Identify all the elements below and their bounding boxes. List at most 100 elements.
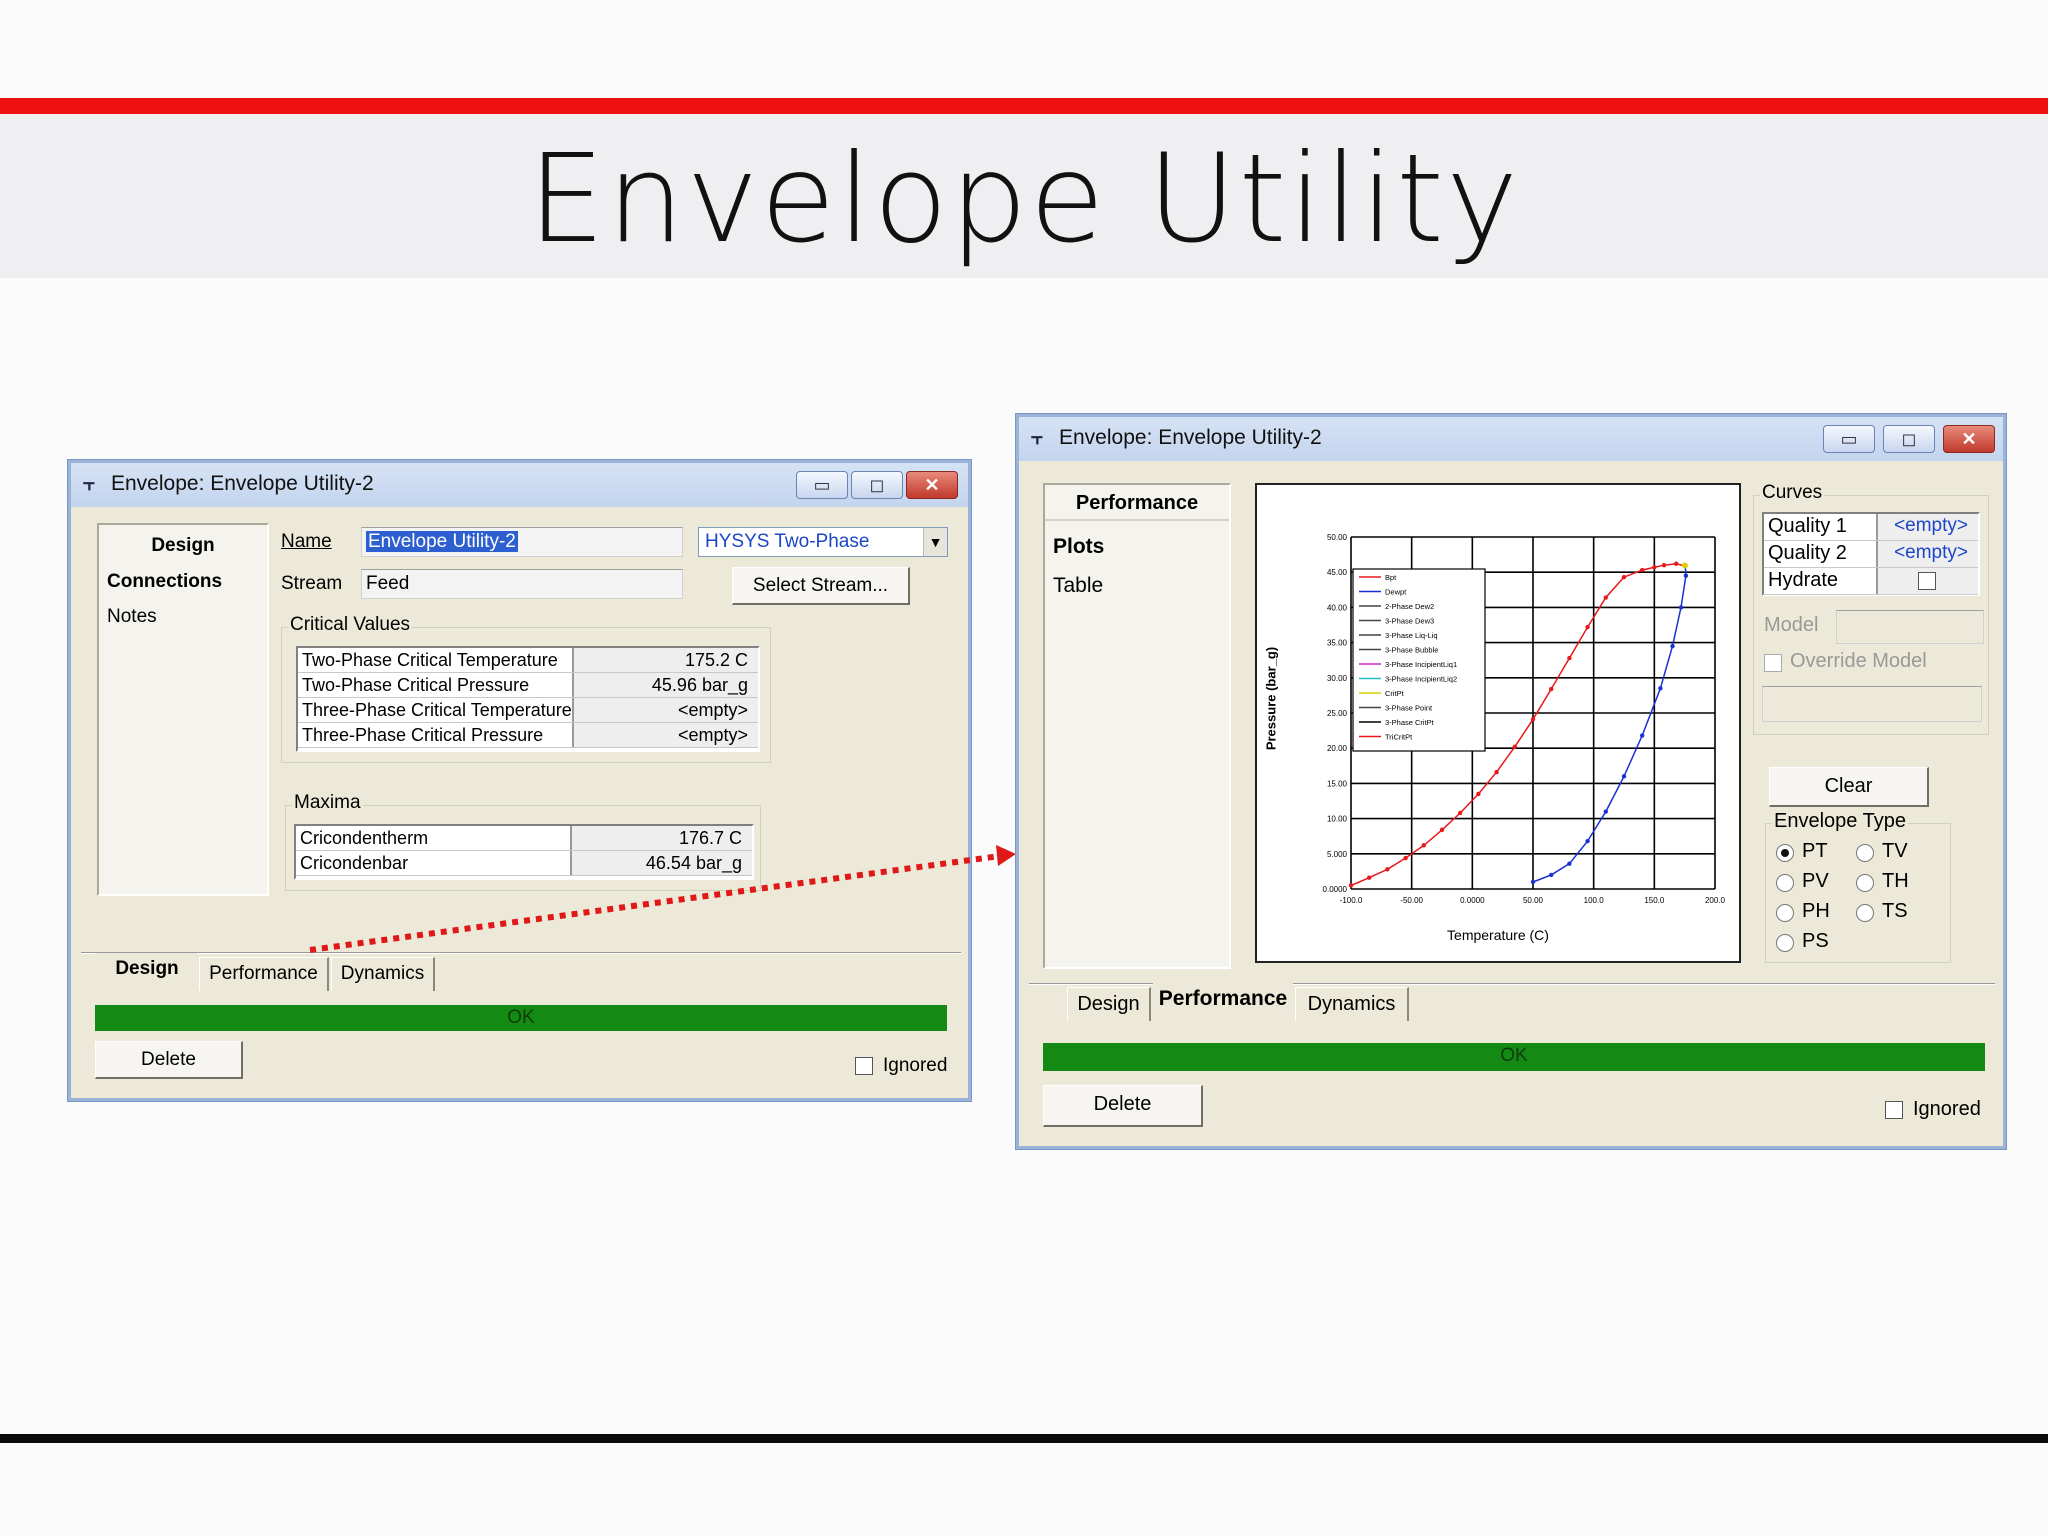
series-line-dewpt bbox=[1532, 565, 1687, 883]
x-tick-label: 0.0000 bbox=[1460, 896, 1485, 905]
clear-button[interactable]: Clear bbox=[1769, 767, 1929, 807]
envelope-type-group: Envelope Type PT TV PV TH PH TS PS bbox=[1765, 810, 1951, 963]
nav-header-performance[interactable]: Performance bbox=[1045, 485, 1229, 521]
radio-ph[interactable] bbox=[1776, 904, 1794, 922]
row-value[interactable]: <empty> bbox=[1878, 514, 1978, 540]
radio-ps[interactable] bbox=[1776, 934, 1794, 952]
data-point bbox=[1652, 565, 1657, 570]
maximize-button[interactable]: ◻ bbox=[1883, 425, 1935, 453]
ignored-label: Ignored bbox=[1913, 1098, 1981, 1120]
curves-group: Curves Quality 1 <empty> Quality 2 <empty>… bbox=[1753, 482, 1989, 735]
radio-tv-label: TV bbox=[1882, 840, 1908, 862]
table-row: Quality 1 <empty> bbox=[1764, 514, 1978, 541]
radio-tv[interactable] bbox=[1856, 844, 1874, 862]
legend-label: 3-Phase IncipientLiq2 bbox=[1385, 675, 1457, 684]
data-point bbox=[1512, 744, 1517, 749]
data-point bbox=[1661, 562, 1667, 568]
data-point bbox=[1494, 769, 1499, 775]
radio-th-label: TH bbox=[1882, 870, 1909, 892]
y-tick-label: 45.00 bbox=[1327, 568, 1348, 577]
data-point bbox=[1673, 561, 1679, 566]
data-point bbox=[1603, 809, 1608, 814]
data-point bbox=[1640, 733, 1645, 738]
radio-ph-label: PH bbox=[1802, 900, 1830, 922]
row-value[interactable]: <empty> bbox=[1878, 541, 1978, 567]
table-row: Quality 2 <empty> bbox=[1764, 541, 1978, 568]
data-point bbox=[1658, 686, 1663, 691]
data-point bbox=[1439, 827, 1445, 833]
radio-ts[interactable] bbox=[1856, 904, 1874, 922]
model-field[interactable] bbox=[1836, 610, 1984, 644]
data-point bbox=[1421, 843, 1426, 848]
legend-label: 3-Phase Bubble bbox=[1385, 646, 1438, 655]
radio-pv-label: PV bbox=[1802, 870, 1829, 892]
x-axis-label: Temperature (C) bbox=[1447, 927, 1549, 943]
row-label: Hydrate bbox=[1764, 568, 1878, 594]
x-tick-label: -100.0 bbox=[1340, 896, 1363, 905]
status-bar-ok: OK bbox=[1043, 1043, 1985, 1071]
data-point bbox=[1621, 774, 1627, 779]
x-tick-label: 150.0 bbox=[1644, 896, 1665, 905]
data-point bbox=[1585, 624, 1590, 630]
radio-pt-label: PT bbox=[1802, 840, 1828, 862]
nav-item-table[interactable]: Table bbox=[1053, 574, 1103, 598]
data-point bbox=[1670, 643, 1675, 649]
data-point bbox=[1567, 655, 1572, 661]
y-tick-label: 35.00 bbox=[1327, 639, 1348, 648]
y-tick-label: 0.0000 bbox=[1323, 885, 1348, 894]
data-point bbox=[1640, 567, 1645, 573]
hydrate-checkbox[interactable] bbox=[1918, 572, 1936, 590]
y-tick-label: 30.00 bbox=[1327, 674, 1348, 683]
data-point bbox=[1403, 855, 1408, 861]
legend-label: 3-Phase Dew3 bbox=[1385, 617, 1434, 626]
x-tick-label: 100.0 bbox=[1584, 896, 1605, 905]
minimize-button[interactable]: ▭ bbox=[1823, 425, 1875, 453]
y-tick-label: 10.00 bbox=[1327, 815, 1348, 824]
model-label: Model bbox=[1764, 614, 1819, 636]
data-point bbox=[1678, 605, 1684, 610]
row-label: Quality 2 bbox=[1764, 541, 1878, 567]
close-icon: ✕ bbox=[1961, 429, 1977, 449]
hydrate-cell bbox=[1878, 568, 1978, 594]
tab-design[interactable]: Design bbox=[1067, 987, 1151, 1021]
envelope-plot[interactable]: -100.0 -50.00 0.0000 50.00 100.0 150.0 200.0 0.… bbox=[1255, 483, 1741, 963]
radio-ts-label: TS bbox=[1882, 900, 1908, 922]
y-axis-label: Pressure (bar_g) bbox=[1263, 646, 1279, 751]
data-point bbox=[1549, 872, 1554, 878]
x-tick-label: 50.00 bbox=[1523, 896, 1544, 905]
legend-label: 3-Phase CritPt bbox=[1385, 718, 1435, 727]
minimize-icon: ▭ bbox=[1840, 429, 1858, 449]
data-point bbox=[1549, 686, 1554, 692]
y-tick-label: 40.00 bbox=[1327, 603, 1348, 612]
override-model-checkbox[interactable] bbox=[1764, 654, 1782, 672]
legend-label: TriCritPt bbox=[1385, 733, 1413, 742]
legend-label: 2-Phase Dew2 bbox=[1385, 602, 1434, 611]
critical-point-marker bbox=[1681, 562, 1688, 569]
data-point bbox=[1567, 861, 1572, 866]
ignored-checkbox[interactable] bbox=[1885, 1101, 1903, 1119]
tab-dynamics[interactable]: Dynamics bbox=[1295, 987, 1409, 1021]
radio-th[interactable] bbox=[1856, 874, 1874, 892]
radio-pv[interactable] bbox=[1776, 874, 1794, 892]
app-icon: ⫟ bbox=[1031, 427, 1044, 449]
y-tick-label: 50.00 bbox=[1327, 533, 1348, 542]
close-button[interactable]: ✕ bbox=[1943, 425, 1995, 453]
curves-title: Curves bbox=[1760, 482, 1825, 504]
radio-ps-label: PS bbox=[1802, 930, 1829, 952]
legend-label: Bpt bbox=[1385, 573, 1397, 582]
envelope-type-title: Envelope Type bbox=[1772, 810, 1908, 833]
data-point bbox=[1385, 867, 1390, 872]
radio-pt[interactable] bbox=[1776, 844, 1794, 862]
data-point bbox=[1476, 791, 1481, 797]
nav-item-plots[interactable]: Plots bbox=[1053, 535, 1104, 559]
x-tick-label: 200.0 bbox=[1705, 896, 1726, 905]
data-point bbox=[1458, 810, 1463, 816]
override-model-label: Override Model bbox=[1790, 650, 1927, 672]
right-envelope-window: ⫟ Envelope: Envelope Utility-2 ▭ ◻ ✕ Per… bbox=[1016, 414, 2006, 1149]
right-nav-panel: Performance Plots Table bbox=[1043, 483, 1231, 969]
delete-button[interactable]: Delete bbox=[1043, 1085, 1203, 1127]
override-model-field[interactable] bbox=[1762, 686, 1982, 722]
data-point bbox=[1683, 573, 1689, 578]
data-point bbox=[1530, 717, 1536, 722]
tab-performance[interactable]: Performance bbox=[1153, 983, 1293, 1021]
